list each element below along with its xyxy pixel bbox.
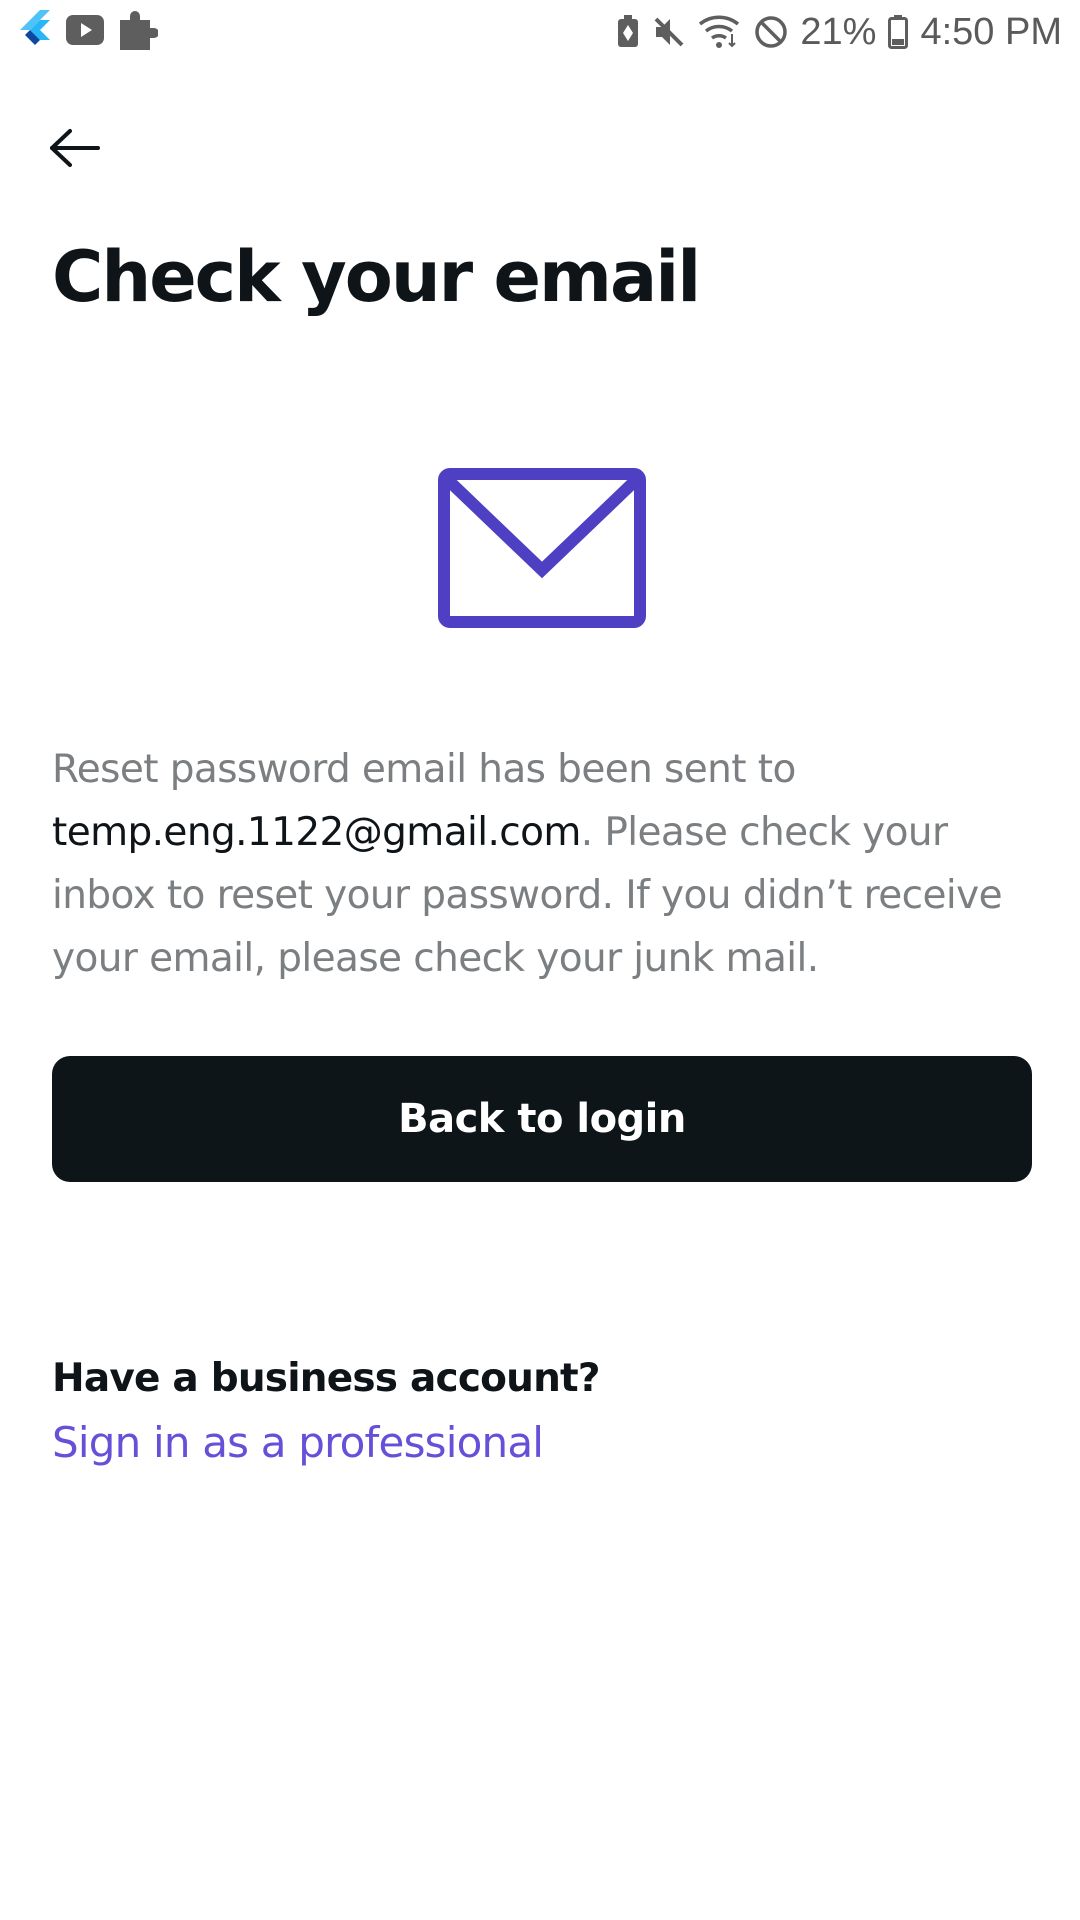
- battery-icon: [888, 15, 909, 49]
- sign-in-professional-link[interactable]: Sign in as a professional: [52, 1418, 544, 1467]
- page-title: Check your email: [52, 236, 701, 318]
- battery-saver-icon: [616, 15, 640, 49]
- reset-message: Reset password email has been sent to te…: [52, 738, 1032, 990]
- wifi-icon: [698, 14, 742, 50]
- puzzle-icon: [118, 8, 159, 57]
- message-part-1: Reset password email has been sent to: [52, 747, 796, 792]
- status-right-icons: 21% 4:50 PM: [616, 8, 1062, 56]
- business-account-question: Have a business account?: [52, 1356, 601, 1401]
- arrow-left-icon: [50, 129, 100, 167]
- status-left-icons: [20, 8, 159, 57]
- do-not-disturb-icon: [754, 15, 788, 49]
- back-to-login-button[interactable]: Back to login: [52, 1056, 1032, 1182]
- battery-percent: 21%: [800, 10, 877, 53]
- status-bar: 21% 4:50 PM: [0, 0, 1080, 64]
- mute-icon: [652, 15, 686, 49]
- sent-email-address: temp.eng.1122@gmail.com: [52, 810, 581, 855]
- youtube-icon: [66, 15, 104, 50]
- status-time: 4:50 PM: [920, 10, 1062, 53]
- flutter-icon: [20, 10, 52, 55]
- back-button[interactable]: [44, 122, 104, 174]
- mail-icon: [438, 468, 646, 628]
